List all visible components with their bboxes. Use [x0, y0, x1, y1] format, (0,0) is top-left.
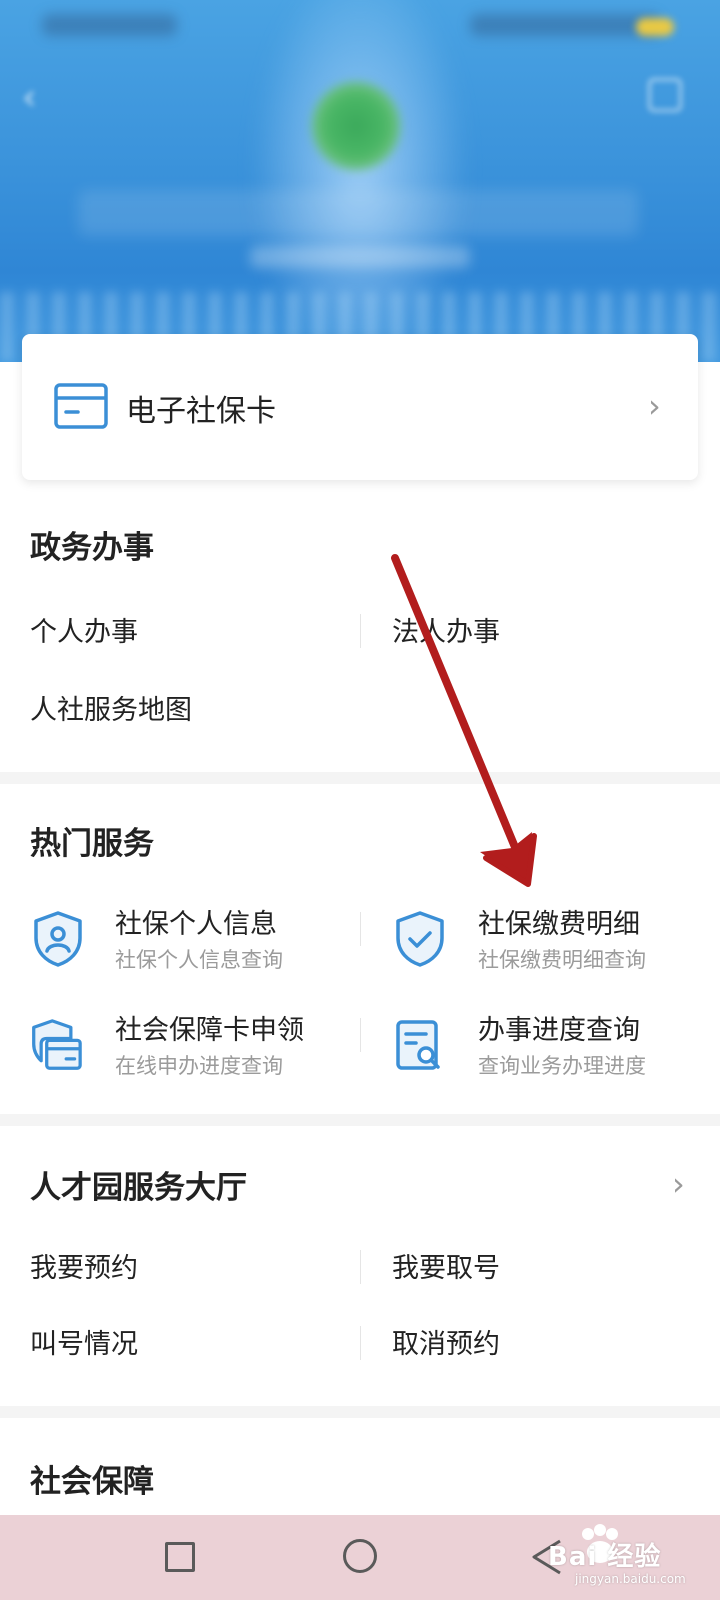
document-search-icon	[396, 1020, 440, 1070]
recent-apps-button[interactable]	[165, 1542, 195, 1572]
banner-subtitle	[250, 246, 470, 268]
link-legal-affairs[interactable]: 法人办事	[392, 610, 500, 649]
card-apply-icon	[32, 1019, 82, 1070]
baidu-jingyan-watermark: Bai 经验 jingyan.baidu.com	[520, 1522, 720, 1592]
service-progress-query[interactable]: 办事进度查询	[478, 1008, 640, 1047]
banner-title	[78, 190, 638, 236]
divider	[360, 1018, 361, 1052]
section-title-social: 社会保障	[30, 1464, 154, 1500]
header-banner: ‹	[0, 0, 720, 362]
link-make-appointment[interactable]: 我要预约	[30, 1246, 138, 1285]
link-cancel-appointment[interactable]: 取消预约	[392, 1322, 500, 1361]
divider	[360, 912, 361, 946]
back-arrow-icon[interactable]: ‹	[22, 80, 50, 116]
shield-check-icon	[396, 911, 444, 967]
agency-logo	[312, 82, 400, 170]
status-bar-left	[42, 14, 177, 36]
chevron-right-icon[interactable]: ›	[648, 390, 661, 422]
section-separator	[0, 772, 720, 784]
link-take-number[interactable]: 我要取号	[392, 1246, 500, 1285]
service-progress-query-sub: 查询业务办理进度	[478, 1054, 646, 1078]
battery-icon	[636, 18, 674, 36]
watermark-brand: Bai 经验	[548, 1542, 662, 1572]
watermark-url: jingyan.baidu.com	[575, 1572, 686, 1586]
shield-person-icon	[34, 911, 82, 967]
home-button[interactable]	[343, 1539, 377, 1573]
divider	[360, 614, 361, 648]
section-title-hall: 人才园服务大厅	[30, 1170, 247, 1206]
menu-icon[interactable]	[648, 78, 682, 112]
status-bar-right	[470, 14, 660, 36]
e-social-card-entry[interactable]: 电子社保卡	[22, 334, 698, 480]
service-payment-detail[interactable]: 社保缴费明细	[478, 902, 640, 941]
service-personal-info-sub: 社保个人信息查询	[115, 948, 283, 972]
service-card-apply-sub: 在线申办进度查询	[115, 1054, 283, 1078]
divider	[360, 1250, 361, 1284]
chevron-right-icon[interactable]: ›	[672, 1168, 685, 1200]
link-personal-affairs[interactable]: 个人办事	[30, 610, 138, 649]
card-label: 电子社保卡	[126, 394, 276, 429]
section-title-affairs: 政务办事	[30, 530, 154, 566]
section-separator	[0, 1114, 720, 1126]
service-card-apply[interactable]: 社会保障卡申领	[115, 1008, 304, 1047]
divider	[360, 1326, 361, 1360]
section-separator	[0, 1406, 720, 1418]
card-icon	[54, 383, 108, 429]
link-service-map[interactable]: 人社服务地图	[30, 688, 192, 727]
link-call-status[interactable]: 叫号情况	[30, 1322, 138, 1361]
service-personal-info[interactable]: 社保个人信息	[115, 902, 277, 941]
service-payment-detail-sub: 社保缴费明细查询	[478, 948, 646, 972]
section-title-hot: 热门服务	[30, 826, 154, 862]
